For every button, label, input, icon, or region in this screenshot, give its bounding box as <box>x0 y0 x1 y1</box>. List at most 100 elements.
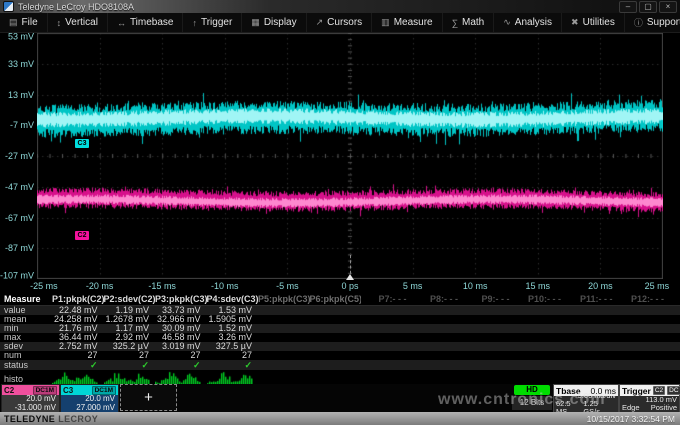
channel-descriptor-c2[interactable]: C2DC1M20.0 mV-31.000 mV <box>1 384 60 413</box>
menu-item-cursors[interactable]: ↗Cursors <box>307 13 373 32</box>
timebase-icon: ↔ <box>117 18 126 28</box>
measure-row-sdev: sdev2.752 mV325.2 µV3.019 mV327.5 µV <box>0 342 680 351</box>
measure-cell: 1.17 mV <box>104 324 156 333</box>
measure-column-header-p3[interactable]: P3:pkpk(C3) <box>155 293 207 305</box>
status-check-icon: ✓ <box>193 360 201 370</box>
x-tick-label: -15 ms <box>148 281 176 291</box>
measure-cell: 46.58 mV <box>155 333 207 342</box>
measure-cell: 27 <box>155 351 207 360</box>
trigger-slope: Positive <box>651 404 677 412</box>
menu-item-trigger[interactable]: ↑Trigger <box>183 13 242 32</box>
measure-row-label: status <box>0 360 52 370</box>
y-tick-label: -67 mV <box>0 213 34 223</box>
channel-settings: 20.0 mV-31.000 mV <box>2 395 59 412</box>
measure-column-header-p11: P11:- - - <box>567 293 619 305</box>
status-check-icon: ✓ <box>141 360 149 370</box>
measure-row-label: num <box>0 351 52 360</box>
channel-offset: -31.000 mV <box>2 404 59 413</box>
measure-header-row: MeasureP1:pkpk(C2)P2:sdev(C2)P3:pkpk(C3)… <box>0 293 680 306</box>
close-button[interactable]: × <box>659 1 677 13</box>
measure-cell: 33.73 mV <box>155 306 207 315</box>
x-tick-label: 0 ps <box>341 281 358 291</box>
y-tick-label: -107 mV <box>0 271 34 281</box>
trigger-descriptor[interactable]: Trigger C2 DC 113.0 mV Edge Positive <box>619 384 680 413</box>
y-tick-label: -27 mV <box>0 151 34 161</box>
status-cell: ✓ <box>155 360 207 370</box>
menu-item-file[interactable]: ▤File <box>0 13 48 32</box>
status-cell: ✓ <box>52 360 104 370</box>
measure-row-label: histo <box>0 374 52 384</box>
y-tick-label: 13 mV <box>0 90 34 100</box>
measure-column-header-p4[interactable]: P4:sdev(C3) <box>207 293 259 305</box>
y-tick-label: -7 mV <box>0 120 34 130</box>
math-icon: ∑ <box>452 18 458 28</box>
x-tick-label: 15 ms <box>526 281 551 291</box>
channel-id: C3 <box>63 386 73 395</box>
measure-row-status: status ✓ ✓ ✓ ✓ <box>0 360 680 370</box>
utilities-icon: ✖ <box>571 17 579 28</box>
menu-item-timebase[interactable]: ↔Timebase <box>108 13 184 32</box>
vertical-icon: ↕ <box>57 18 62 28</box>
measure-cell: 27 <box>104 351 156 360</box>
status-check-icon: ✓ <box>90 360 98 370</box>
measure-cell: 2.92 mV <box>104 333 156 342</box>
y-tick-label: 53 mV <box>0 32 34 42</box>
measure-cell: 325.2 µV <box>104 342 156 351</box>
menu-item-math[interactable]: ∑Math <box>443 13 495 32</box>
measure-column-header-p7: P7:- - - <box>361 293 413 305</box>
measure-cell: 1.53 mV <box>207 306 259 315</box>
trigger-coupling-badge: DC <box>667 386 680 395</box>
waveform-grid[interactable]: C3 C2 <box>37 33 663 279</box>
hd-mode-indicator[interactable]: HD 12 Bits <box>512 385 552 410</box>
file-icon: ▤ <box>9 17 18 28</box>
x-tick-label: -5 ms <box>276 281 299 291</box>
waveform-canvas[interactable] <box>37 33 663 279</box>
measure-row-label: mean <box>0 315 52 324</box>
maximize-button[interactable]: ▢ <box>639 1 657 13</box>
brand-logo: TELEDYNELECROY <box>0 414 98 424</box>
measure-row-label: max <box>0 333 52 342</box>
measure-cell: 22.48 mV <box>52 306 104 315</box>
title-bar: Teledyne LeCroy HDO8108A –▢× <box>0 0 680 13</box>
menu-item-vertical[interactable]: ↕Vertical <box>48 13 108 32</box>
menu-item-display[interactable]: ▦Display <box>242 13 306 32</box>
x-tick-label: 10 ms <box>463 281 488 291</box>
measure-row-min: min21.76 mV1.17 mV30.09 mV1.52 mV <box>0 324 680 333</box>
descriptor-bar: C2DC1M20.0 mV-31.000 mVC3DC1M20.0 mV27.0… <box>0 384 680 412</box>
channel-descriptor-c3[interactable]: C3DC1M20.0 mV27.000 mV <box>60 384 119 413</box>
add-channel-button[interactable]: + <box>120 384 177 411</box>
status-check-icon: ✓ <box>244 360 252 370</box>
app-icon <box>3 1 14 12</box>
measure-column-header-p8: P8:- - - <box>413 293 465 305</box>
footer-bar: TELEDYNELECROY 10/15/2017 3:32:54 PM <box>0 412 680 425</box>
y-tick-label: -87 mV <box>0 243 34 253</box>
measure-cell: 30.09 mV <box>155 324 207 333</box>
status-cell: ✓ <box>104 360 156 370</box>
status-cell: ✓ <box>207 360 259 370</box>
resolution-bits: 12 Bits <box>512 396 552 410</box>
trigger-position-marker[interactable] <box>346 274 354 280</box>
hd-badge: HD <box>514 385 550 395</box>
measure-cell: 1.52 mV <box>207 324 259 333</box>
measure-column-header-p2[interactable]: P2:sdev(C2) <box>104 293 156 305</box>
timestamp: 10/15/2017 3:32:54 PM <box>587 414 680 424</box>
timebase-descriptor[interactable]: Tbase 0.0 ms 5.00 ms/div 62.5 MS 1.25 GS… <box>553 384 619 413</box>
channel-marker-c3[interactable]: C3 <box>75 139 89 148</box>
measure-column-header-p1[interactable]: P1:pkpk(C2) <box>52 293 104 305</box>
menu-item-measure[interactable]: ▥Measure <box>372 13 442 32</box>
measure-row-label: value <box>0 306 52 315</box>
channel-settings: 20.0 mV27.000 mV <box>61 395 118 412</box>
menu-bar: ▤File↕Vertical↔Timebase↑Trigger▦Display↗… <box>0 13 680 33</box>
measure-column-header-p5: P5:pkpk(C3) <box>258 293 310 305</box>
minimize-button[interactable]: – <box>619 1 637 13</box>
menu-item-analysis[interactable]: ∿Analysis <box>494 13 562 32</box>
x-tick-label: 20 ms <box>588 281 613 291</box>
measure-column-header-p6: P6:pkpk(C5) <box>310 293 362 305</box>
measure-row-value: value22.48 mV1.19 mV33.73 mV1.53 mV <box>0 306 680 315</box>
measure-cell: 24.258 mV <box>52 315 104 324</box>
channel-marker-c2[interactable]: C2 <box>75 231 89 240</box>
menu-item-support[interactable]: ⓘSupport <box>625 13 680 32</box>
menu-item-utilities[interactable]: ✖Utilities <box>562 13 625 32</box>
measure-cell: 27 <box>207 351 259 360</box>
trigger-source-badge: C2 <box>653 386 665 395</box>
